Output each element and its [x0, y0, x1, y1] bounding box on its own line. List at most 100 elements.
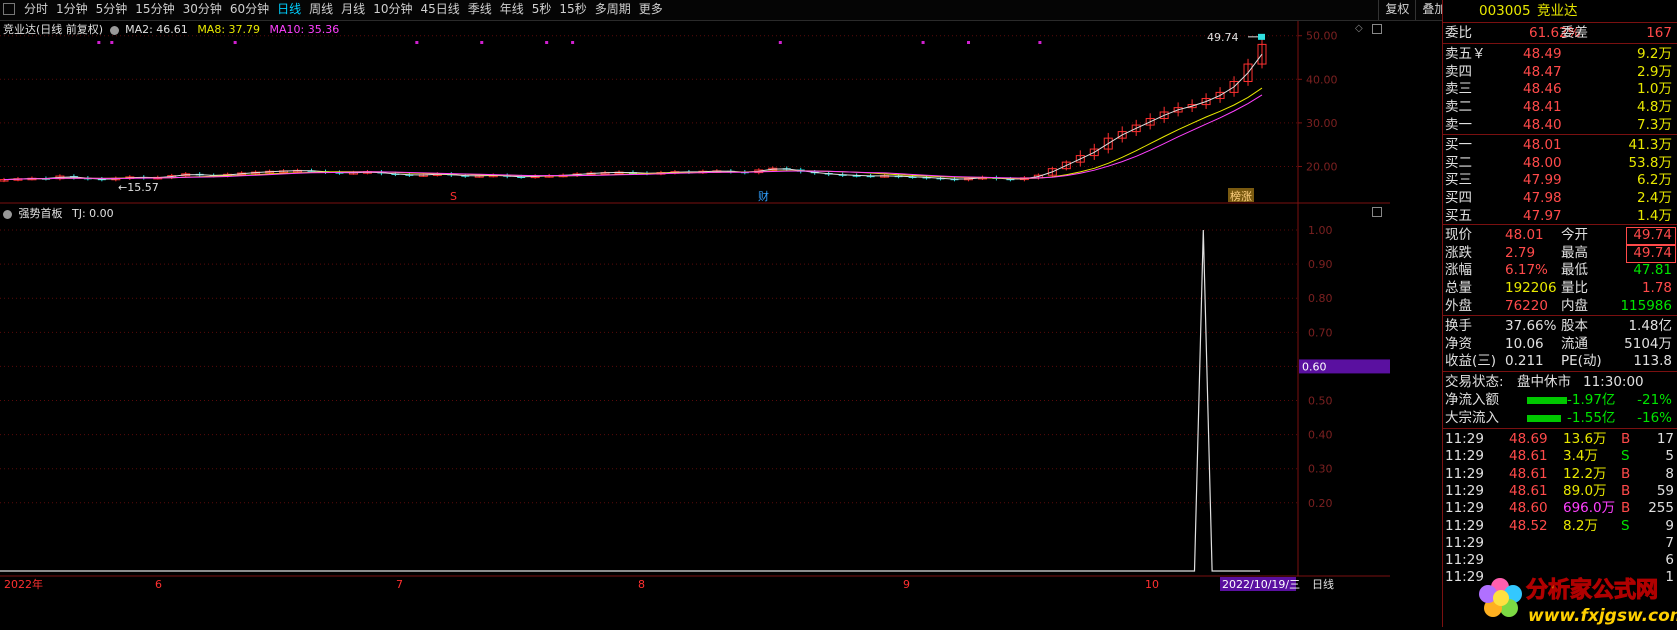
period-tab[interactable]: 周线	[305, 0, 337, 20]
quote-cell: 6.17%	[1505, 262, 1548, 279]
quote-cell: 今开	[1561, 227, 1588, 243]
quote-cell: 2.4万	[1637, 190, 1672, 207]
signal-dot	[571, 41, 575, 44]
period-tab[interactable]: 月线	[337, 0, 369, 20]
quote-cell: 卖一	[1445, 116, 1472, 133]
period-tab[interactable]: 30分钟	[179, 0, 226, 20]
quote-cell: 换手	[1445, 318, 1472, 334]
quote-cell: 11:29	[1445, 448, 1484, 465]
price-tick-label: 40.00	[1306, 73, 1338, 86]
quote-cell: 2.79	[1505, 244, 1536, 261]
quote-panel: 003005 竞业达 委比 61.62% 委差 167 卖五￥ 48.49 9.2万 卖四 48.4…	[1442, 0, 1677, 627]
indicator-tick-label: 0.20	[1308, 497, 1333, 510]
period-tab[interactable]: 更多	[635, 0, 667, 20]
period-tab[interactable]: 季线	[464, 0, 496, 20]
limit-up-label: 榜涨	[1230, 189, 1252, 203]
period-tab[interactable]: 10分钟	[369, 0, 416, 20]
indicator-tick-label: 0.80	[1308, 292, 1333, 305]
signal-dot	[545, 41, 549, 44]
cursor-value: 0.60	[1302, 360, 1327, 373]
indicator-header: 强势首板 TJ: 0.00	[3, 205, 114, 221]
quote-cell: B	[1621, 431, 1631, 447]
highlight-box	[1626, 244, 1676, 263]
quote-cell: 11:29	[1445, 500, 1484, 517]
menu-icon[interactable]	[3, 3, 15, 15]
signal-dot	[480, 41, 484, 44]
quote-cell: 外盘	[1445, 297, 1472, 314]
quote-cell: 48.00	[1523, 154, 1562, 171]
signal-dot	[778, 41, 782, 44]
quote-cell: 1.4万	[1637, 207, 1672, 224]
period-tab[interactable]: 1分钟	[52, 0, 92, 20]
collapse-icon[interactable]	[3, 209, 12, 219]
quote-cell: 净流入额	[1445, 392, 1499, 408]
signal-dot	[110, 41, 114, 44]
quote-cell: 最高	[1561, 244, 1588, 261]
period-tab[interactable]: 5分钟	[92, 0, 132, 20]
quote-cell: 量比	[1561, 280, 1588, 297]
flow-bar	[1527, 415, 1561, 422]
indicator-value: TJ: 0.00	[72, 207, 114, 220]
quote-cell: 大宗流入	[1445, 410, 1499, 426]
quote-cell: S	[1621, 448, 1630, 465]
quote-cell: 115986	[1620, 297, 1672, 314]
quote-cell: 41.3万	[1628, 137, 1672, 153]
period-toolbar: 分时 1分钟 5分钟 15分钟 30分钟 60分钟 日线 周线 月线 10分钟 45日线 季线 年线 5秒…	[0, 0, 1677, 21]
brand-logo: 分析家公式网 www.fxjgsw.com	[1468, 565, 1677, 627]
weibi-row: 委比 61.62% 委差 167	[1443, 24, 1677, 43]
quote-cell: 盘中休市	[1517, 374, 1571, 390]
restore-icon[interactable]	[1372, 24, 1382, 34]
quote-cell: 48.01	[1505, 227, 1544, 243]
kline-chart[interactable]: 50.00 40.00 30.00 20.00 1.00 0.90 0.80 0.70 0.60…	[0, 21, 1390, 627]
quote-cell: 47.81	[1633, 262, 1672, 279]
period-tab[interactable]: 日线	[273, 0, 305, 20]
quote-cell: 59	[1656, 482, 1674, 499]
quote-cell: 48.61	[1509, 482, 1548, 499]
quote-cell: 5104万	[1624, 335, 1672, 352]
sell-level: 卖四 48.47 2.9万	[1443, 63, 1677, 82]
quote-cell: 涨跌	[1445, 244, 1472, 261]
restore-icon[interactable]	[1372, 207, 1382, 217]
quote-cell: 1.0万	[1637, 81, 1672, 98]
period-label: 日线	[1312, 577, 1334, 591]
date-label: 6	[155, 578, 162, 591]
period-tab[interactable]: 60分钟	[226, 0, 273, 20]
quote-cell: 0.211	[1505, 353, 1544, 370]
quote-cell: 48.41	[1523, 99, 1562, 116]
period-tab[interactable]: 15分钟	[131, 0, 178, 20]
collapse-icon[interactable]	[109, 25, 119, 35]
quote-cell: B	[1621, 482, 1631, 499]
flower-logo-icon	[1479, 578, 1522, 617]
period-tab[interactable]: 45日线	[416, 0, 463, 20]
stock-title: 竞业达(日线 前复权)	[3, 23, 104, 36]
quote-cell: 167	[1646, 25, 1672, 41]
period-tab[interactable]: 多周期	[591, 0, 635, 20]
quote-cell: 48.01	[1523, 137, 1562, 153]
action-button[interactable]: 复权	[1378, 0, 1415, 20]
price-tick-label: 20.00	[1306, 160, 1338, 173]
period-tab[interactable]: 分时	[20, 0, 52, 20]
signal-dot	[233, 41, 237, 44]
quote-cell: 13.6万	[1563, 431, 1607, 447]
quote-cell: 5	[1665, 448, 1674, 465]
indicator-tick-label: 0.30	[1308, 463, 1333, 476]
quote-cell: 收益(三)	[1445, 353, 1497, 370]
quote-cell: 买五	[1445, 207, 1472, 224]
period-tab[interactable]: 15秒	[555, 0, 590, 20]
quote-cell: B	[1621, 500, 1631, 517]
quote-cell: 7.3万	[1637, 116, 1672, 133]
quote-cell: 总量	[1445, 280, 1472, 297]
quote-cell: 11:30:00	[1583, 374, 1644, 390]
indicator-tick-label: 0.40	[1308, 429, 1333, 442]
chart-canvas[interactable]: 50.00 40.00 30.00 20.00 1.00 0.90 0.80 0.70 0.60…	[0, 21, 1390, 627]
event-marker-s: S	[450, 190, 457, 203]
period-tab[interactable]: 年线	[496, 0, 528, 20]
signal-dot	[921, 41, 925, 44]
quote-cell: 现价	[1445, 227, 1472, 243]
quote-cell: 48.40	[1523, 116, 1562, 133]
quote-cell: 9	[1665, 517, 1674, 534]
period-tab[interactable]: 5秒	[528, 0, 556, 20]
price-tick-label: 50.00	[1306, 30, 1338, 43]
buy-level: 买三 47.99 6.2万	[1443, 171, 1677, 190]
diamond-icon[interactable]: ◇	[1355, 23, 1363, 34]
